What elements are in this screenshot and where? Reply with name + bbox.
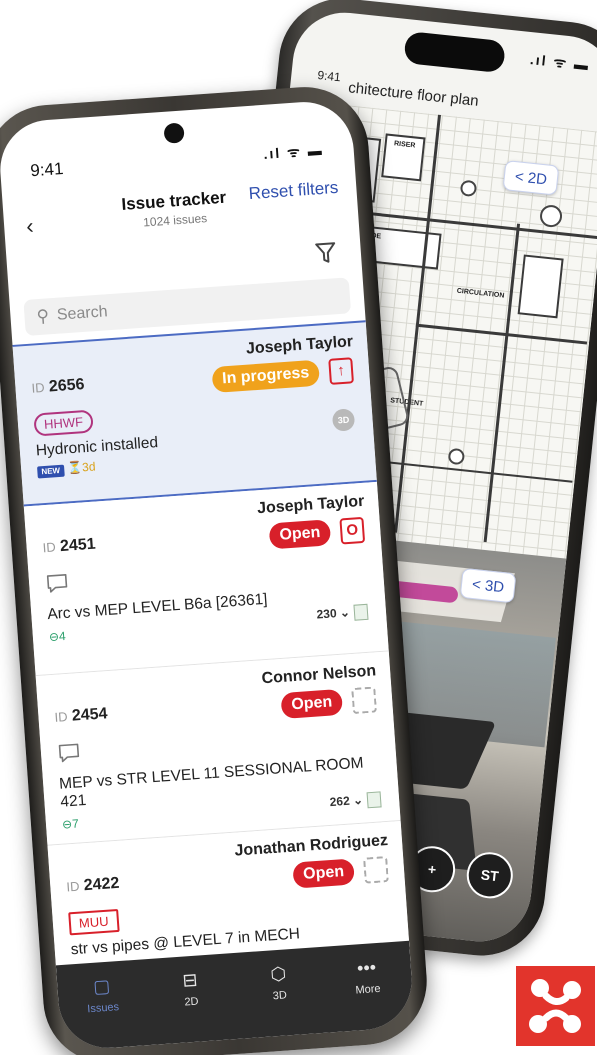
clash-count-value: 230 ⌄	[316, 605, 351, 622]
issue-id: 2422	[83, 874, 120, 895]
plan-wall	[483, 223, 521, 543]
tab-2d[interactable]: ⊟ 2D	[154, 966, 229, 1045]
plan-room	[517, 254, 564, 319]
status-time: 9:41	[29, 158, 65, 181]
more-icon: •••	[356, 957, 377, 979]
issue-tag: MUU	[68, 908, 120, 936]
issue-tag: HHWF	[33, 409, 94, 437]
document-icon	[353, 603, 369, 621]
priority-high-icon[interactable]: ↑	[328, 357, 354, 385]
status-badge[interactable]: Open	[268, 519, 332, 550]
dynamic-island	[403, 30, 507, 74]
tab-label: 2D	[184, 995, 199, 1009]
plan-fixture	[459, 179, 478, 198]
status-icons: .ıl ᯤ ▬	[262, 141, 325, 162]
tab-more[interactable]: ••• More	[331, 953, 406, 1032]
plan-fixture	[447, 447, 466, 466]
tab-issues[interactable]: ▢ Issues	[66, 972, 141, 1051]
search-icon: ⚲	[35, 306, 50, 327]
plan-wall	[415, 323, 588, 345]
comment-icon	[46, 573, 68, 593]
new-badge: NEW	[37, 464, 65, 479]
plan-fixture	[538, 204, 564, 229]
marketing-stage: .ıl ᯤ ▬ 9:41 chitecture floor plan COMMS…	[0, 0, 597, 1055]
search-placeholder: Search	[56, 303, 109, 324]
brand-logo-mark	[529, 979, 581, 1033]
issue-id-prefix: ID	[54, 709, 69, 725]
watchers-count: ⊖4	[48, 628, 67, 645]
toggle-2d-button[interactable]: < 2D	[502, 160, 560, 196]
comment-icon	[58, 743, 80, 763]
clash-count[interactable]: 230 ⌄	[316, 603, 369, 624]
document-icon	[366, 791, 382, 809]
status-icons: .ıl ᯤ ▬	[529, 51, 591, 74]
brand-logo	[516, 966, 595, 1046]
issue-id: 2451	[59, 535, 97, 556]
tab-3d[interactable]: ⬡ 3D	[243, 960, 318, 1039]
floorplan-icon: ⊟	[181, 969, 199, 991]
cube-icon: ⬡	[269, 963, 287, 985]
issue-id-prefix: ID	[65, 878, 80, 895]
front-phone: 9:41 .ıl ᯤ ▬ ‹ Issue tracker 1024 issues…	[0, 82, 432, 1055]
issue-card[interactable]: Connor Nelson ID 2454 Open MEP vs STR LE…	[35, 651, 401, 846]
issue-id-prefix: ID	[31, 379, 46, 396]
status-time: 9:41	[316, 67, 342, 85]
priority-icon[interactable]: O	[339, 516, 366, 545]
issue-id: 2454	[71, 705, 109, 725]
issue-age: ⏳3d	[66, 459, 96, 476]
watchers-count: ⊖7	[61, 816, 80, 832]
reset-filters-button[interactable]: Reset filters	[248, 178, 339, 204]
back-chevron-icon[interactable]: ‹	[25, 213, 34, 239]
issue-card[interactable]: Joseph Taylor ID 2656 In progress ↑ HHWF…	[12, 320, 377, 507]
front-camera	[163, 122, 185, 144]
issue-card[interactable]: Joseph Taylor ID 2451 Open O Arc vs MEP …	[23, 481, 389, 677]
issues-icon: ▢	[92, 975, 111, 997]
issue-id: 2656	[48, 376, 86, 396]
clash-count[interactable]: 262 ⌄	[329, 791, 382, 811]
toggle-3d-button[interactable]: < 3D	[459, 567, 517, 604]
tab-label: More	[355, 982, 381, 997]
priority-none-icon[interactable]	[351, 686, 378, 715]
plan-room-label: CIRCULATION	[456, 287, 505, 300]
clash-count-value: 262 ⌄	[329, 792, 364, 810]
issue-id-prefix: ID	[42, 539, 57, 556]
tab-label: 3D	[272, 989, 288, 1003]
priority-none-icon[interactable]	[363, 856, 389, 884]
tab-label: Issues	[86, 1001, 120, 1016]
status-badge[interactable]: Open	[280, 688, 344, 720]
status-badge[interactable]: In progress	[211, 359, 321, 394]
floor-plan-title: chitecture floor plan	[347, 79, 480, 110]
filter-icon[interactable]	[314, 240, 338, 265]
status-badge[interactable]: Open	[292, 858, 355, 889]
front-phone-screen: 9:41 .ıl ᯤ ▬ ‹ Issue tracker 1024 issues…	[0, 98, 416, 1052]
issue-list: Joseph Taylor ID 2656 In progress ↑ HHWF…	[12, 320, 410, 976]
